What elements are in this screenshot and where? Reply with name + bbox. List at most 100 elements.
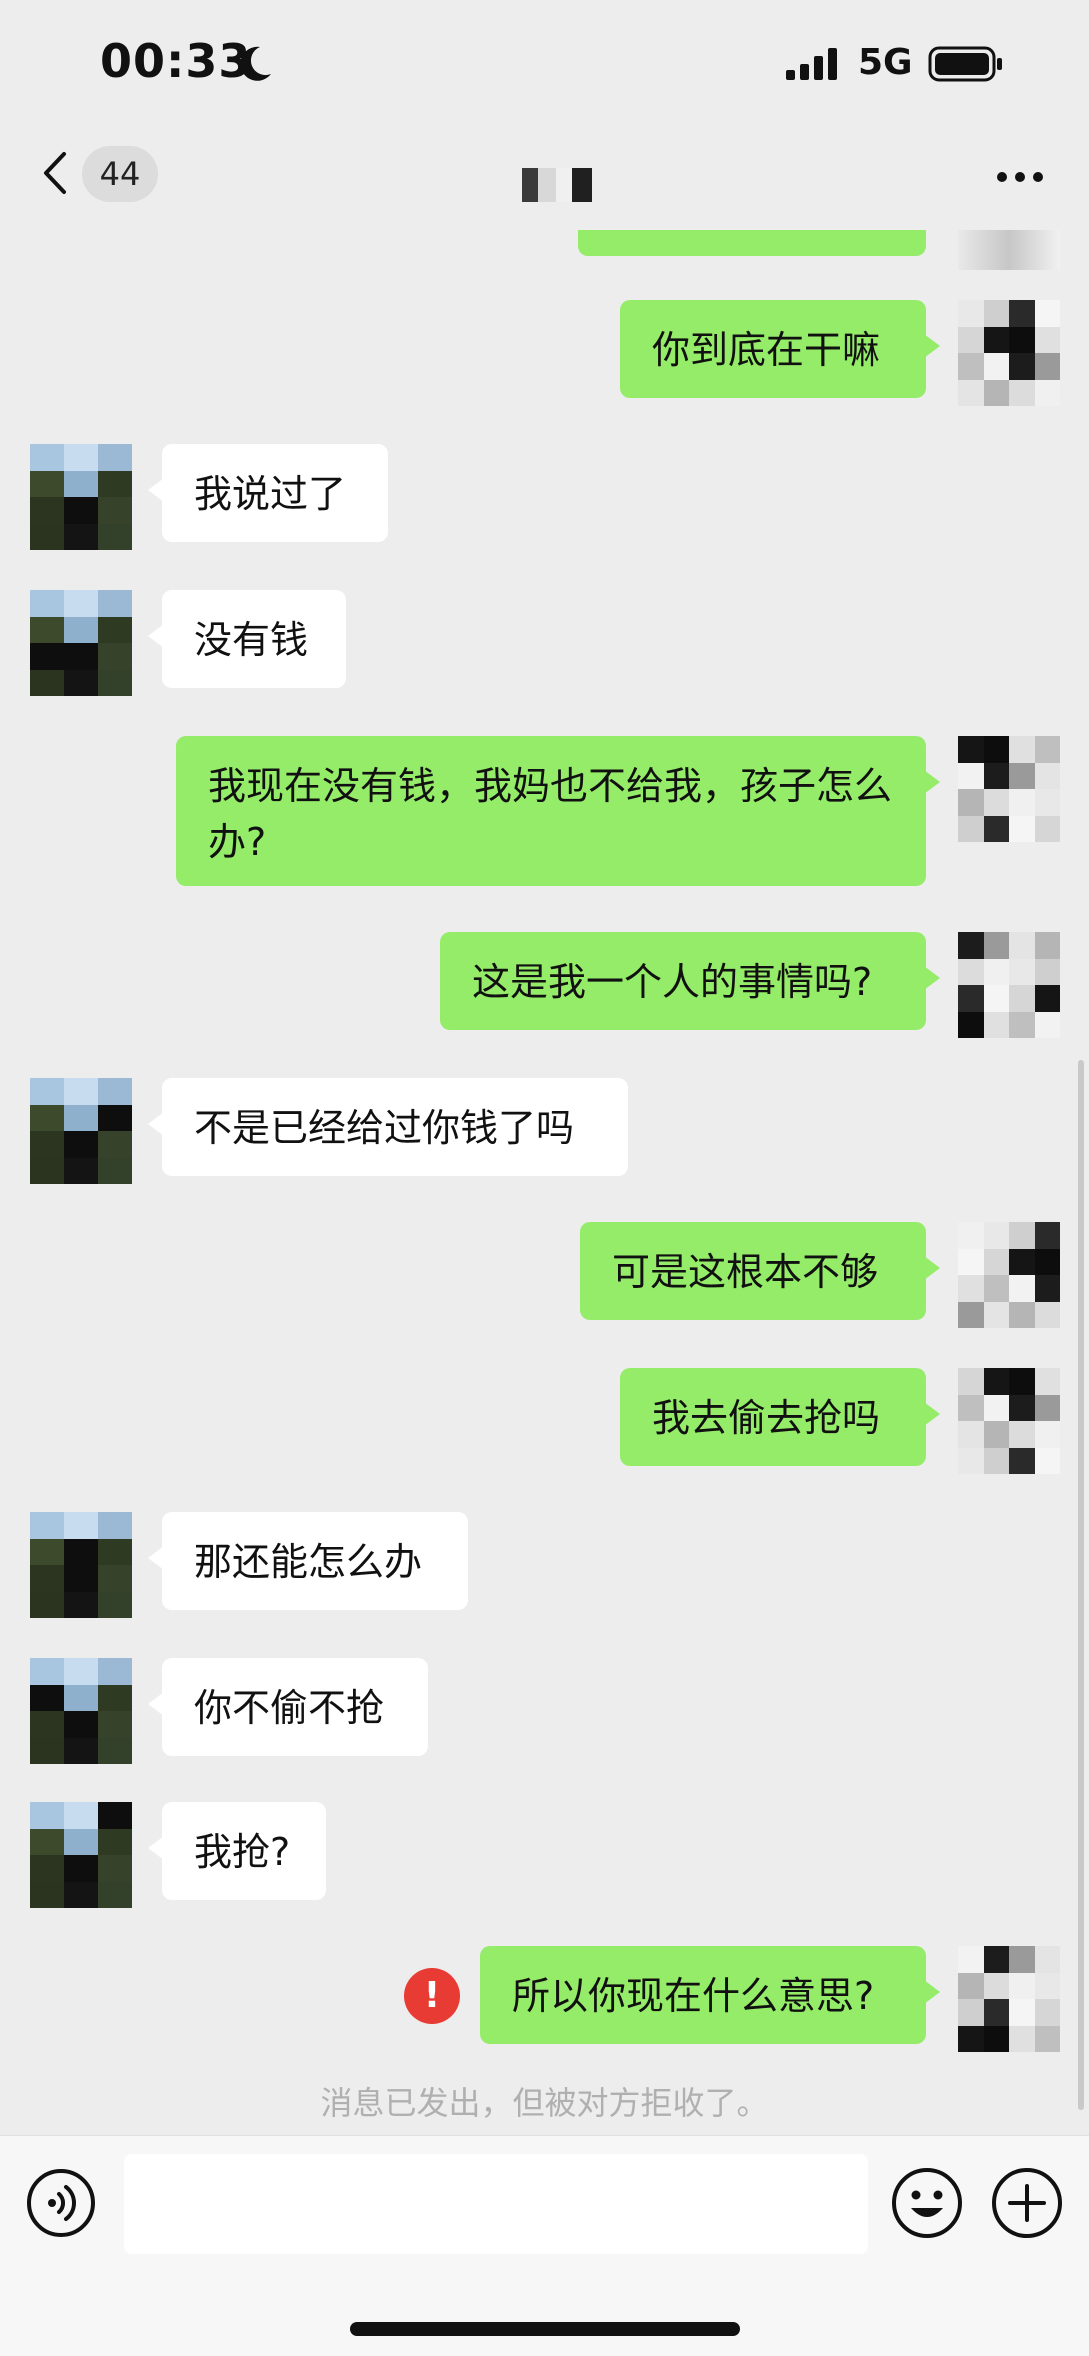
avatar-mosaic [958,1946,1060,2052]
chat-history[interactable]: 你到底在干嘛 我说过了 没有钱 我现在没有钱，我妈也不给我，孩子怎么办? 这是我… [0,230,1089,2130]
avatar-tile [98,1565,132,1592]
avatar-tile [983,1394,1009,1421]
avatar-tile [64,1131,98,1158]
avatar-tile [64,497,98,524]
contact-avatar[interactable] [30,444,132,550]
home-indicator[interactable] [350,2322,740,2336]
avatar-tile [30,1538,64,1565]
avatar-tile [64,1538,98,1565]
message-bubble[interactable]: 不是已经给过你钱了吗 [148,1078,628,1176]
avatar-tile [98,1512,132,1539]
contact-name-pixelated [522,168,592,202]
contact-avatar[interactable] [30,1658,132,1764]
message-bubble[interactable]: 我现在没有钱，我妈也不给我，孩子怎么办? [176,736,940,886]
avatar-tile [64,669,98,696]
avatar-tile [983,1301,1009,1328]
avatar-tile [1034,985,1060,1012]
avatar-tile [983,1946,1009,1973]
avatar-tile [983,958,1009,985]
plus-icon[interactable] [990,2166,1064,2240]
message-rejected-notice: 消息已发出，但被对方拒收了。 [320,2084,769,2122]
avatar-tile [1034,1248,1060,1275]
scrollbar[interactable] [1078,1060,1084,2110]
avatar-tile [1009,932,1035,959]
contact-avatar[interactable] [30,1078,132,1184]
avatar-tile [1034,1301,1060,1328]
signal-icon [786,48,837,80]
avatar-tile [958,932,984,959]
message-bubble[interactable]: 没有钱 [148,590,346,688]
avatar-tile [30,1855,64,1882]
avatar-tile [958,379,984,406]
avatar-mosaic [30,1658,132,1764]
emoji-icon[interactable] [890,2166,964,2240]
avatar-tile [64,1157,98,1184]
avatar-tile [64,1658,98,1685]
avatar-tile [1034,1421,1060,1448]
avatar-tile [98,1881,132,1908]
avatar-tile [1034,300,1060,327]
avatar-tile [64,616,98,643]
unread-count-badge[interactable]: 44 [82,146,158,202]
my-avatar[interactable] [958,1946,1060,2052]
avatar-tile [983,932,1009,959]
avatar-tile [958,1421,984,1448]
send-failed-icon[interactable]: ! [404,1968,460,2024]
avatar-tile [64,1737,98,1764]
message-bubble[interactable]: 这是我一个人的事情吗? [440,932,940,1030]
message-bubble[interactable]: 我说过了 [148,444,388,542]
message-bubble[interactable]: 可是这根本不够 [580,1222,940,1320]
message-bubble[interactable]: 所以你现在什么意思? [480,1946,940,2044]
moon-icon [240,46,271,81]
avatar-tile [958,326,984,353]
avatar-mosaic [958,1222,1060,1328]
avatar-mosaic [30,1512,132,1618]
avatar-tile [30,1565,64,1592]
avatar-tile [1009,1248,1035,1275]
avatar-tile [1009,1972,1035,1999]
back-arrow-icon[interactable] [40,148,70,198]
avatar-tile [1034,2025,1060,2052]
contact-avatar[interactable] [30,590,132,696]
avatar-tile [30,669,64,696]
my-avatar[interactable] [958,300,1060,406]
avatar-tile [958,1972,984,1999]
avatar-mosaic [958,932,1060,1038]
avatar-tile [983,1011,1009,1038]
contact-avatar[interactable] [30,1802,132,1908]
avatar-tile [98,1802,132,1829]
partial-message-bubble [578,230,926,256]
avatar-tile [958,1447,984,1474]
avatar-tile [1009,958,1035,985]
avatar-tile [30,1828,64,1855]
avatar-tile [958,1275,984,1302]
avatar-tile [1009,1999,1035,2026]
voice-icon[interactable] [26,2168,96,2238]
message-bubble[interactable]: 我抢? [148,1802,326,1900]
message-bubble[interactable]: 我去偷去抢吗 [620,1368,940,1466]
message-input[interactable] [124,2154,868,2254]
avatar-tile [30,1711,64,1738]
my-avatar[interactable] [958,932,1060,1038]
avatar-tile [30,1684,64,1711]
my-avatar[interactable] [958,1368,1060,1474]
avatar-tile [64,1828,98,1855]
avatar-mosaic [30,1078,132,1184]
input-bar [0,2135,1089,2356]
more-icon[interactable] [996,170,1044,184]
avatar-tile [1034,762,1060,789]
message-bubble[interactable]: 那还能怎么办 [148,1512,468,1610]
avatar-tile [30,470,64,497]
avatar-tile [958,300,984,327]
message-bubble[interactable]: 你到底在干嘛 [620,300,940,398]
avatar-tile [98,1658,132,1685]
avatar-tile [983,300,1009,327]
message-bubble[interactable]: 你不偷不抢 [148,1658,428,1756]
my-avatar[interactable] [958,736,1060,842]
avatar-tile [1009,1421,1035,1448]
avatar-tile [1009,300,1035,327]
my-avatar[interactable] [958,1222,1060,1328]
avatar-tile [958,789,984,816]
avatar-tile [1009,1275,1035,1302]
contact-avatar[interactable] [30,1512,132,1618]
